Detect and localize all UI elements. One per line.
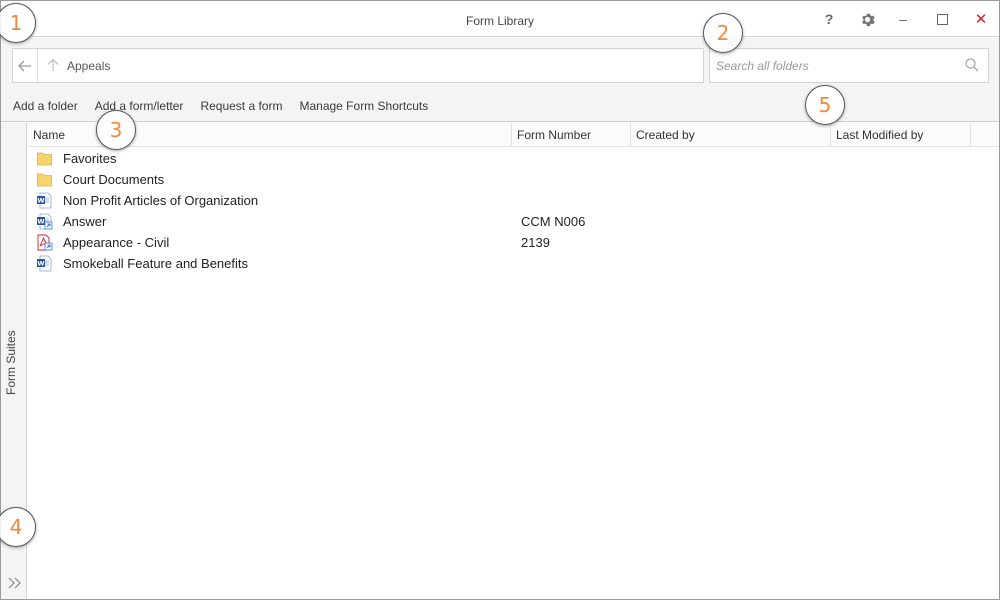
table-row[interactable]: W Smokeball Feature and Benefits <box>28 253 999 274</box>
column-header-created-by[interactable]: Created by <box>631 123 831 147</box>
add-folder-link[interactable]: Add a folder <box>13 99 78 115</box>
row-form-number: 2139 <box>521 235 550 250</box>
arrow-up-icon <box>47 58 59 71</box>
help-button[interactable]: ? <box>818 9 840 29</box>
search-input[interactable] <box>716 56 956 76</box>
search-box <box>709 48 989 83</box>
action-bar: Add a folder Add a form/letter Request a… <box>13 99 445 115</box>
callout-2: 2 <box>703 13 743 53</box>
table-row[interactable]: W Non Profit Articles of Organization <box>28 190 999 211</box>
row-name: Appearance - Civil <box>63 235 170 250</box>
row-name: Court Documents <box>63 172 165 187</box>
close-button[interactable]: ✕ <box>970 9 992 29</box>
title-bar: Form Library ? – ✕ <box>1 1 999 37</box>
table-row[interactable]: Appearance - Civil 2139 <box>28 232 999 253</box>
path-bar: Appeals <box>12 48 704 83</box>
word-doc-icon: W <box>37 255 52 272</box>
table-row[interactable]: W Answer CCM N006 <box>28 211 999 232</box>
word-doc-icon: W <box>37 192 52 209</box>
column-header-form-number[interactable]: Form Number <box>512 123 631 147</box>
manage-form-shortcuts-link[interactable]: Manage Form Shortcuts <box>299 99 428 115</box>
form-library-window: Form Library ? – ✕ Appeals Search all fo… <box>0 0 1000 600</box>
minimize-button[interactable]: – <box>892 9 914 29</box>
table-row[interactable]: Court Documents <box>28 169 999 190</box>
row-form-number: CCM N006 <box>521 214 586 229</box>
gear-icon <box>861 13 875 26</box>
request-form-link[interactable]: Request a form <box>200 99 282 115</box>
current-path[interactable]: Appeals <box>67 59 110 73</box>
pdf-shortcut-icon <box>37 234 53 251</box>
word-doc-shortcut-icon: W <box>37 213 53 230</box>
table-row[interactable]: Favorites <box>28 148 999 169</box>
callout-1: 1 <box>0 3 36 43</box>
svg-text:W: W <box>37 218 44 226</box>
table-body: Favorites Court Documents W Non Profit A… <box>28 148 999 274</box>
form-list: Name Form Number Created by Last Modifie… <box>28 123 999 599</box>
sidebar-label: Form Suites <box>4 330 18 395</box>
window-title: Form Library <box>465 14 534 28</box>
row-name: Favorites <box>63 151 117 166</box>
up-folder-button[interactable] <box>45 56 61 74</box>
back-button[interactable] <box>13 49 38 82</box>
search-icon[interactable] <box>964 57 980 73</box>
settings-button[interactable] <box>856 9 878 29</box>
svg-text:W: W <box>37 260 44 268</box>
column-header-last-modified-by[interactable]: Last Modified by <box>831 123 971 147</box>
callout-3: 3 <box>96 110 136 150</box>
arrow-left-icon <box>18 60 31 71</box>
folder-icon <box>37 152 52 166</box>
row-name: Smokeball Feature and Benefits <box>63 256 248 271</box>
row-name: Answer <box>63 214 107 229</box>
toolbar-area: Appeals Add a folder Add a form/letter R… <box>1 38 999 122</box>
table-header: Name Form Number Created by Last Modifie… <box>28 123 999 147</box>
folder-icon <box>37 173 52 187</box>
callout-5: 5 <box>805 85 845 125</box>
row-name: Non Profit Articles of Organization <box>63 193 259 208</box>
svg-text:W: W <box>37 197 44 205</box>
double-chevron-right-icon[interactable] <box>7 575 23 591</box>
maximize-icon <box>936 13 948 25</box>
maximize-button[interactable] <box>931 9 953 29</box>
